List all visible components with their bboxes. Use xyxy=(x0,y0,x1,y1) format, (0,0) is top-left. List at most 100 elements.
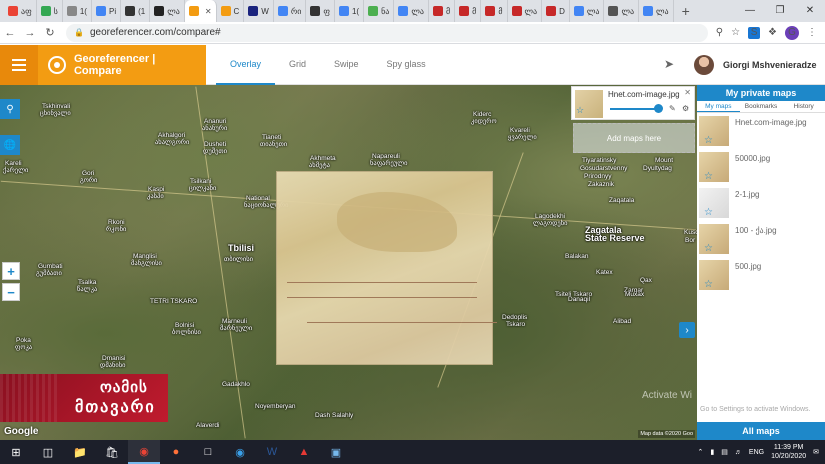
minimize-icon[interactable]: — xyxy=(735,0,765,22)
tab-favicon-icon xyxy=(338,6,349,16)
language-indicator[interactable]: ENG xyxy=(749,449,764,456)
bookmark-star-icon[interactable]: ☆ xyxy=(704,243,713,254)
browser-tab[interactable]: მ xyxy=(455,0,482,22)
notification-icon[interactable]: ✉ xyxy=(813,448,819,456)
task-view-icon[interactable]: ◫ xyxy=(32,440,64,464)
browser-tab[interactable]: ლა xyxy=(639,0,674,22)
browser-tab[interactable]: მ xyxy=(429,0,456,22)
opacity-slider-handle[interactable] xyxy=(654,104,663,113)
add-maps-dropzone[interactable]: Add maps here xyxy=(573,123,695,153)
bookmark-star-icon[interactable]: ☆ xyxy=(731,27,740,38)
map-list-item[interactable]: ☆ Hnet.com-image.jpg xyxy=(697,113,825,149)
search-icon[interactable]: ⚲ xyxy=(716,27,723,38)
firefox-icon[interactable]: ● xyxy=(160,440,192,464)
bookmark-star-icon[interactable]: ☆ xyxy=(576,105,584,116)
clock[interactable]: 11:39 PM 10/20/2020 xyxy=(771,443,806,461)
mode-tab-grid[interactable]: Grid xyxy=(275,45,320,85)
bookmark-star-icon[interactable]: ☆ xyxy=(704,207,713,218)
share-icon[interactable]: ➤ xyxy=(664,57,674,71)
browser-tab[interactable]: C xyxy=(217,0,245,22)
panel-next-arrow-icon[interactable]: › xyxy=(679,322,695,338)
chrome-icon[interactable]: ◉ xyxy=(128,440,160,464)
bookmark-star-icon[interactable]: ☆ xyxy=(704,135,713,146)
extension-s-icon[interactable]: S xyxy=(748,26,761,39)
store-icon[interactable]: 🛍 xyxy=(96,440,128,464)
map-list-item[interactable]: ☆ 50000.jpg xyxy=(697,149,825,185)
user-name[interactable]: Giorgi Mshvenieradze xyxy=(723,60,817,70)
browser-tab[interactable]: W xyxy=(244,0,274,22)
browser-tab[interactable]: ს xyxy=(37,0,63,22)
edge-icon[interactable]: ◉ xyxy=(224,440,256,464)
tab-close-icon[interactable]: ✕ xyxy=(205,7,212,16)
mode-tab-spy-glass[interactable]: Spy glass xyxy=(373,45,440,85)
battery-icon[interactable]: ▮ xyxy=(710,448,714,456)
reload-icon[interactable]: ↻ xyxy=(40,26,60,39)
restore-icon[interactable]: ❐ xyxy=(765,0,795,22)
tray-up-chevron-icon[interactable]: ⌃ xyxy=(698,448,704,456)
map-list-item[interactable]: ☆ 100 - ქა.jpg xyxy=(697,221,825,257)
bookmark-star-icon[interactable]: ☆ xyxy=(704,279,713,290)
browser-tab[interactable]: ლა xyxy=(150,0,185,22)
map-list-item[interactable]: ☆ 2-1.jpg xyxy=(697,185,825,221)
map-list-item[interactable]: ☆ 500.jpg xyxy=(697,257,825,293)
bookmark-star-icon[interactable]: ☆ xyxy=(704,171,713,182)
zoom-in-button[interactable]: + xyxy=(2,262,20,280)
browser-tab[interactable]: ლა xyxy=(508,0,543,22)
network-icon[interactable]: ▤ xyxy=(721,448,728,456)
browser-tab[interactable]: D xyxy=(542,0,570,22)
extensions-puzzle-icon[interactable]: ❖ xyxy=(768,27,777,38)
panel-tab-bookmarks[interactable]: Bookmarks xyxy=(740,101,783,112)
tab-label: 1( xyxy=(351,6,360,16)
url-input[interactable]: 🔒 georeferencer.com/compare# xyxy=(66,23,708,42)
new-tab-button[interactable]: + xyxy=(674,3,698,19)
mode-tab-swipe[interactable]: Swipe xyxy=(320,45,373,85)
back-icon[interactable]: ← xyxy=(0,27,20,39)
mode-tab-overlay[interactable]: Overlay xyxy=(216,45,276,85)
browser-tab[interactable]: (1 xyxy=(121,0,151,22)
hamburger-menu-icon[interactable] xyxy=(0,44,38,85)
map-search-button[interactable]: ⚲ xyxy=(0,99,20,119)
forward-icon[interactable]: → xyxy=(20,27,40,39)
gear-icon[interactable]: ⚙ xyxy=(682,104,689,113)
system-tray: ⌃ ▮ ▤ ♬ ENG 11:39 PM 10/20/2020 ✉ xyxy=(698,440,819,464)
browser-tab[interactable]: 1( xyxy=(63,0,92,22)
app-window-icon[interactable]: ▣ xyxy=(320,440,352,464)
browser-tab[interactable]: 1( xyxy=(335,0,365,22)
volume-icon[interactable]: ♬ xyxy=(735,449,742,456)
all-maps-button[interactable]: All maps xyxy=(697,422,825,440)
word-icon[interactable]: W xyxy=(256,440,288,464)
file-explorer-icon[interactable]: 📁 xyxy=(64,440,96,464)
file-icon[interactable]: □ xyxy=(192,440,224,464)
browser-tab[interactable]: ლა xyxy=(604,0,640,22)
map-thumbnail[interactable]: ☆ xyxy=(699,152,729,182)
browser-tab[interactable]: Pi xyxy=(92,0,122,22)
browser-tab[interactable]: აფ xyxy=(4,0,37,22)
panel-tab-history[interactable]: History xyxy=(782,101,825,112)
menu-kebab-icon[interactable]: ⋮ xyxy=(807,27,817,38)
browser-tab[interactable]: მ xyxy=(481,0,508,22)
browser-tab[interactable]: რი xyxy=(274,0,307,22)
browser-tab[interactable]: ლა xyxy=(394,0,429,22)
close-window-icon[interactable]: ✕ xyxy=(795,0,825,22)
historic-overlay-map[interactable] xyxy=(276,171,493,365)
map-data-attribution[interactable]: Map data ©2020 Goo xyxy=(638,430,695,438)
tab-label: 1( xyxy=(79,6,87,16)
browser-tab[interactable]: ✕ xyxy=(184,0,217,22)
windows-start-icon[interactable]: ⊞ xyxy=(0,440,32,464)
profile-avatar[interactable]: G xyxy=(785,25,799,40)
browser-tab[interactable]: ფ xyxy=(306,0,335,22)
browser-tab[interactable]: ლა xyxy=(570,0,605,22)
map-thumbnail[interactable]: ☆ xyxy=(699,116,729,146)
opacity-slider[interactable] xyxy=(610,108,660,110)
map-globe-button[interactable]: 🌐 xyxy=(0,135,20,155)
map-thumbnail[interactable]: ☆ xyxy=(699,260,729,290)
map-thumbnail[interactable]: ☆ xyxy=(699,224,729,254)
map-thumbnail[interactable]: ☆ xyxy=(699,188,729,218)
edit-pencil-icon[interactable]: ✎ xyxy=(669,104,676,113)
zoom-out-button[interactable]: − xyxy=(2,283,20,301)
pdf-icon[interactable]: ▲ xyxy=(288,440,320,464)
user-avatar[interactable] xyxy=(694,55,714,75)
close-icon[interactable]: ✕ xyxy=(684,88,691,97)
browser-tab[interactable]: ნა xyxy=(364,0,395,22)
panel-tab-my-maps[interactable]: My maps xyxy=(697,101,740,112)
